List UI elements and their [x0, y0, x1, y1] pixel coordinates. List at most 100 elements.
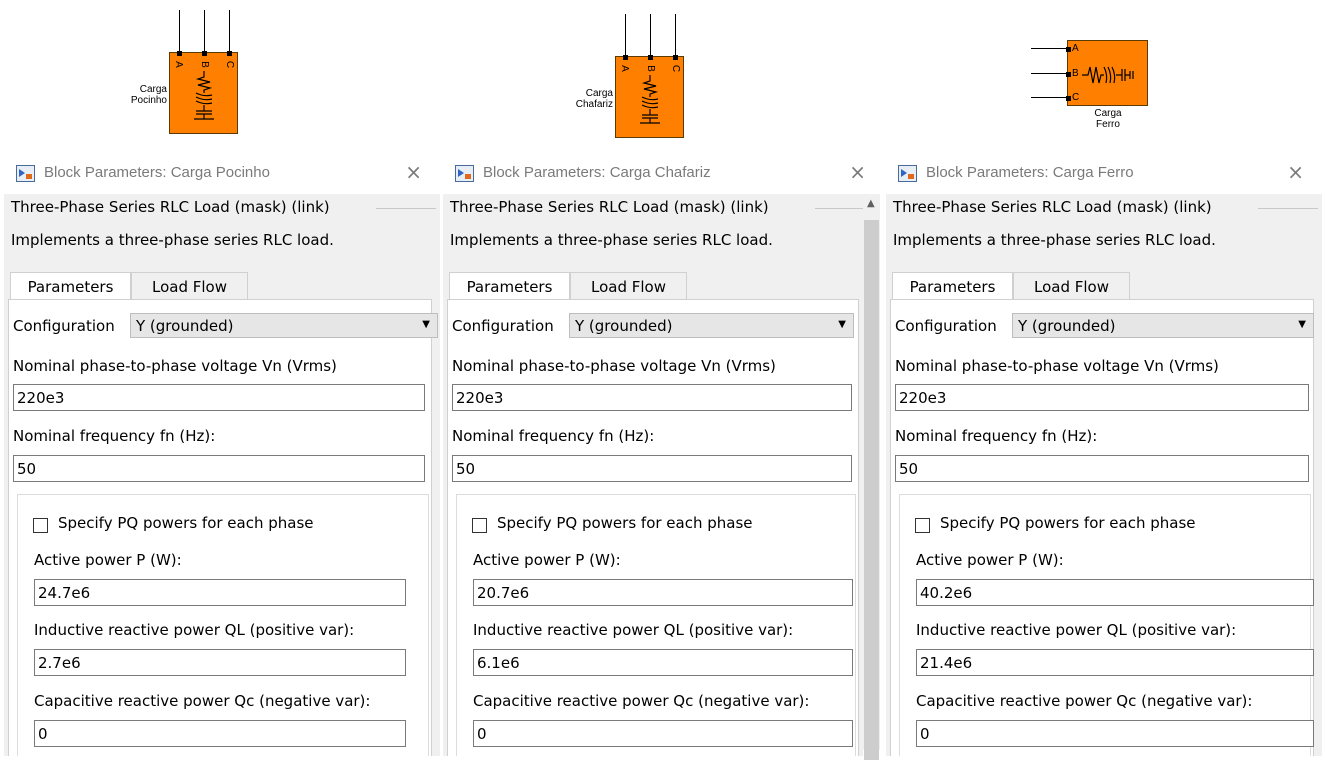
block-parameters-dialog-ferro: Block Parameters: Carga Ferro × Three-Ph…	[886, 150, 1322, 756]
wire-a	[1031, 48, 1067, 49]
capacitive-power-field[interactable]: 0	[916, 720, 1314, 747]
port-label-b: B	[1072, 68, 1079, 79]
inductive-power-field[interactable]: 6.1e6	[473, 649, 853, 676]
port-label-b: B	[198, 61, 210, 68]
port-c[interactable]	[673, 55, 678, 60]
checkbox-icon[interactable]	[915, 518, 930, 533]
pq-checkbox-label: Specify PQ powers for each phase	[58, 514, 314, 532]
frequency-label: Nominal frequency fn (Hz):	[13, 427, 216, 445]
frequency-label: Nominal frequency fn (Hz):	[895, 427, 1098, 445]
configuration-label: Configuration	[895, 317, 997, 335]
scroll-up-icon[interactable]: ▲	[867, 198, 875, 209]
dialog-title: Block Parameters: Carga Ferro	[926, 164, 1134, 181]
configuration-value: Y (grounded)	[136, 317, 234, 335]
configuration-select[interactable]: Y (grounded) ▼	[1012, 313, 1314, 338]
close-icon[interactable]: ×	[1287, 160, 1304, 184]
port-label-a: A	[172, 61, 184, 68]
title-bar: Block Parameters: Carga Pocinho ×	[4, 150, 440, 194]
port-a[interactable]	[623, 55, 628, 60]
scrollbar-thumb[interactable]	[864, 220, 879, 760]
inductive-power-field[interactable]: 2.7e6	[34, 649, 406, 676]
configuration-value: Y (grounded)	[1018, 317, 1116, 335]
block-name-line1: Carga	[139, 84, 167, 95]
block-name-line2: Chafariz	[575, 99, 613, 110]
capacitive-power-label: Capacitive reactive power Qc (negative v…	[34, 692, 371, 710]
vertical-scrollbar[interactable]: ▲	[863, 194, 880, 760]
tab-load-flow[interactable]: Load Flow	[570, 272, 687, 300]
voltage-field[interactable]: 220e3	[895, 384, 1309, 411]
tab-parameters[interactable]: Parameters	[449, 272, 570, 300]
block-parameters-dialog-pocinho: Block Parameters: Carga Pocinho × Three-…	[4, 150, 440, 756]
frequency-field[interactable]: 50	[452, 455, 852, 482]
dropdown-arrow-icon: ▼	[422, 319, 430, 330]
load-block-chafariz[interactable]: A B C	[615, 55, 684, 138]
parameters-panel: Configuration Y (grounded) ▼ Nominal pha…	[890, 299, 1314, 756]
mask-heading: Three-Phase Series RLC Load (mask) (link…	[11, 198, 330, 216]
wire-b	[204, 10, 205, 53]
dropdown-arrow-icon: ▼	[1298, 319, 1306, 330]
port-label-a: A	[618, 65, 630, 72]
active-power-label: Active power P (W):	[473, 551, 621, 569]
inductive-power-label: Inductive reactive power QL (positive va…	[916, 621, 1237, 639]
dialog-title: Block Parameters: Carga Chafariz	[483, 164, 711, 181]
active-power-field[interactable]: 24.7e6	[34, 579, 406, 606]
dropdown-arrow-icon: ▼	[838, 319, 846, 330]
voltage-label: Nominal phase-to-phase voltage Vn (Vrms)	[13, 357, 337, 375]
simulink-block-icon	[898, 165, 917, 182]
simulink-block-icon	[16, 165, 35, 182]
tab-parameters[interactable]: Parameters	[10, 272, 131, 300]
configuration-select[interactable]: Y (grounded) ▼	[569, 313, 854, 338]
close-icon[interactable]: ×	[405, 160, 422, 184]
block-name-line1: Carga	[585, 88, 613, 99]
tab-load-flow[interactable]: Load Flow	[1013, 272, 1130, 300]
port-c[interactable]	[227, 51, 232, 56]
port-b[interactable]	[648, 55, 653, 60]
voltage-field[interactable]: 220e3	[452, 384, 852, 411]
block-parameters-dialog-chafariz: Block Parameters: Carga Chafariz × Three…	[443, 150, 863, 756]
port-label-c: C	[224, 60, 236, 69]
inductive-power-field[interactable]: 21.4e6	[916, 649, 1314, 676]
active-power-field[interactable]: 40.2e6	[916, 579, 1314, 606]
configuration-label: Configuration	[452, 317, 554, 335]
load-block-pocinho[interactable]: A B C	[169, 51, 238, 134]
frequency-field[interactable]: 50	[13, 455, 425, 482]
pq-checkbox-label: Specify PQ powers for each phase	[497, 514, 753, 532]
port-label-a: A	[1072, 43, 1079, 54]
rlc-series-icon	[1082, 66, 1134, 84]
close-icon[interactable]: ×	[849, 160, 863, 184]
wire-c	[229, 10, 230, 53]
title-bar: Block Parameters: Carga Ferro ×	[886, 150, 1322, 194]
wire-c	[675, 14, 676, 57]
block-name-ferro: Carga Ferro	[1090, 108, 1126, 130]
load-block-ferro[interactable]: A B C	[1066, 40, 1148, 106]
active-power-label: Active power P (W):	[916, 551, 1064, 569]
capacitive-power-field[interactable]: 0	[34, 720, 406, 747]
configuration-select[interactable]: Y (grounded) ▼	[130, 313, 438, 338]
pq-checkbox-label: Specify PQ powers for each phase	[940, 514, 1196, 532]
heading-divider	[1258, 208, 1318, 209]
tab-load-flow[interactable]: Load Flow	[131, 272, 248, 300]
port-c[interactable]	[1066, 96, 1071, 101]
port-a[interactable]	[1066, 47, 1071, 52]
port-b[interactable]	[202, 51, 207, 56]
frequency-field[interactable]: 50	[895, 455, 1309, 482]
rlc-series-icon	[640, 75, 660, 124]
model-canvas: A B C Carga Pocinho A B C Carga Chafariz…	[0, 0, 1325, 150]
mask-heading: Three-Phase Series RLC Load (mask) (link…	[450, 198, 769, 216]
checkbox-icon[interactable]	[33, 518, 48, 533]
port-b[interactable]	[1066, 72, 1071, 77]
pq-powers-group: Specify PQ powers for each phase Active …	[899, 494, 1314, 756]
block-name-line1: Carga	[1094, 108, 1122, 119]
block-name-pocinho: Carga Pocinho	[127, 84, 167, 106]
wire-c	[1031, 97, 1067, 98]
capacitive-power-field[interactable]: 0	[473, 720, 853, 747]
block-name-line2: Ferro	[1096, 119, 1120, 130]
frequency-label: Nominal frequency fn (Hz):	[452, 427, 655, 445]
tab-parameters[interactable]: Parameters	[892, 272, 1013, 300]
active-power-field[interactable]: 20.7e6	[473, 579, 853, 606]
voltage-label: Nominal phase-to-phase voltage Vn (Vrms)	[895, 357, 1219, 375]
block-name-line2: Pocinho	[130, 95, 167, 106]
port-a[interactable]	[177, 51, 182, 56]
checkbox-icon[interactable]	[472, 518, 487, 533]
voltage-field[interactable]: 220e3	[13, 384, 425, 411]
